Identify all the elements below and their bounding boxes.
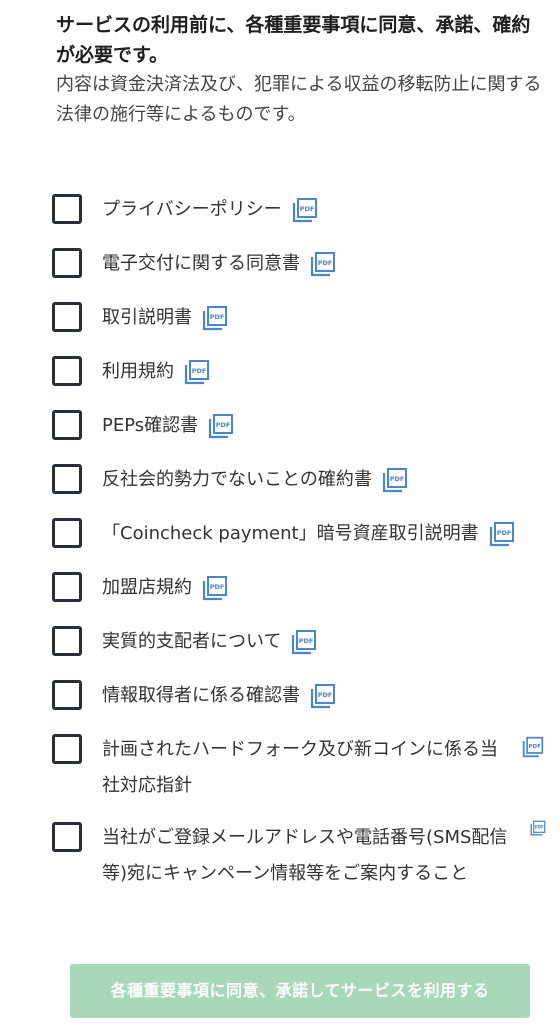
consent-label-row: プライバシーポリシー PDF [102,192,318,228]
consent-label: 実質的支配者について [102,631,282,652]
consent-label-row: 取引説明書 PDF [102,300,228,336]
pdf-document-glyph: PDF [522,736,544,758]
consent-checkbox[interactable] [52,410,82,440]
consent-label: プライバシーポリシー [102,199,282,220]
pdf-document-glyph: PDF [530,820,546,836]
consent-checkbox[interactable] [52,822,82,852]
pdf-icon[interactable]: PDF [522,736,544,758]
consent-label: 取引説明書 [102,307,192,328]
pdf-document-glyph: PDF [489,522,514,547]
pdf-document-glyph: PDF [310,684,335,709]
svg-text:PDF: PDF [210,313,225,321]
consent-checkbox[interactable] [52,302,82,332]
svg-text:PDF: PDF [192,367,207,375]
svg-text:PDF: PDF [529,744,542,750]
consent-label-row: PEPs確認書 PDF [102,408,234,444]
consent-label: 「Coincheck payment」暗号資産取引説明書 [102,523,479,544]
consent-label: 計画されたハードフォーク及び新コインに係る当社対応指針 [102,739,498,796]
pdf-icon[interactable]: PDF [382,467,408,493]
consent-label-row: 利用規約 PDF [102,354,210,390]
svg-text:PDF: PDF [496,529,511,537]
pdf-icon[interactable]: PDF [208,413,234,439]
consent-label-row: 「Coincheck payment」暗号資産取引説明書 PDF [102,516,515,552]
pdf-icon[interactable]: PDF [310,683,336,709]
pdf-icon[interactable]: PDF [489,521,515,547]
consent-label-row: 反社会的勢力でないことの確約書 PDF [102,462,408,498]
pdf-icon[interactable]: PDF [202,305,228,331]
svg-text:PDF: PDF [318,259,333,267]
svg-text:PDF: PDF [535,825,544,830]
pdf-document-glyph: PDF [184,360,209,385]
pdf-icon[interactable]: PDF [530,820,546,836]
pdf-document-glyph: PDF [310,252,335,277]
consent-label-row: 情報取得者に係る確認書 PDF [102,678,336,714]
consent-checkbox[interactable] [52,356,82,386]
consent-checkbox[interactable] [52,680,82,710]
pdf-icon[interactable]: PDF [292,197,318,223]
pdf-document-glyph: PDF [292,630,317,655]
pdf-icon[interactable]: PDF [291,629,317,655]
svg-text:PDF: PDF [390,475,405,483]
consent-checkbox[interactable] [52,572,82,602]
consent-label: 電子交付に関する同意書 [102,253,300,274]
pdf-icon[interactable]: PDF [202,575,228,601]
consent-checkbox[interactable] [52,248,82,278]
consent-label: 加盟店規約 [102,577,192,598]
svg-text:PDF: PDF [318,691,333,699]
svg-text:PDF: PDF [210,583,225,591]
submit-button[interactable]: 各種重要事項に同意、承諾してサービスを利用する [70,964,530,1018]
consent-checkbox[interactable] [52,626,82,656]
pdf-document-glyph: PDF [202,576,227,601]
svg-text:PDF: PDF [299,205,314,213]
pdf-document-glyph: PDF [292,198,317,223]
svg-text:PDF: PDF [299,637,314,645]
consent-list: プライバシーポリシー PDF 電子交付に関する同意書 PDF 取引説明書 PDF 利用… [0,0,560,960]
consent-label: 反社会的勢力でないことの確約書 [102,469,372,490]
svg-text:PDF: PDF [216,421,231,429]
pdf-icon[interactable]: PDF [184,359,210,385]
consent-label: 当社がご登録メールアドレスや電話番号(SMS配信等)宛にキャンペーン情報等をご案… [102,827,508,884]
pdf-document-glyph: PDF [209,414,234,439]
pdf-document-glyph: PDF [382,468,407,493]
consent-checkbox[interactable] [52,734,82,764]
pdf-icon[interactable]: PDF [310,251,336,277]
consent-label-row: 加盟店規約 PDF [102,570,228,606]
consent-label-row: 実質的支配者について PDF [102,624,317,660]
consent-label-row: 電子交付に関する同意書 PDF [102,246,336,282]
consent-checkbox[interactable] [52,194,82,224]
consent-checkbox[interactable] [52,518,82,548]
pdf-document-glyph: PDF [202,306,227,331]
consent-label: 利用規約 [102,361,174,382]
consent-label: 情報取得者に係る確認書 [102,685,300,706]
consent-checkbox[interactable] [52,464,82,494]
consent-label: PEPs確認書 [102,415,199,436]
